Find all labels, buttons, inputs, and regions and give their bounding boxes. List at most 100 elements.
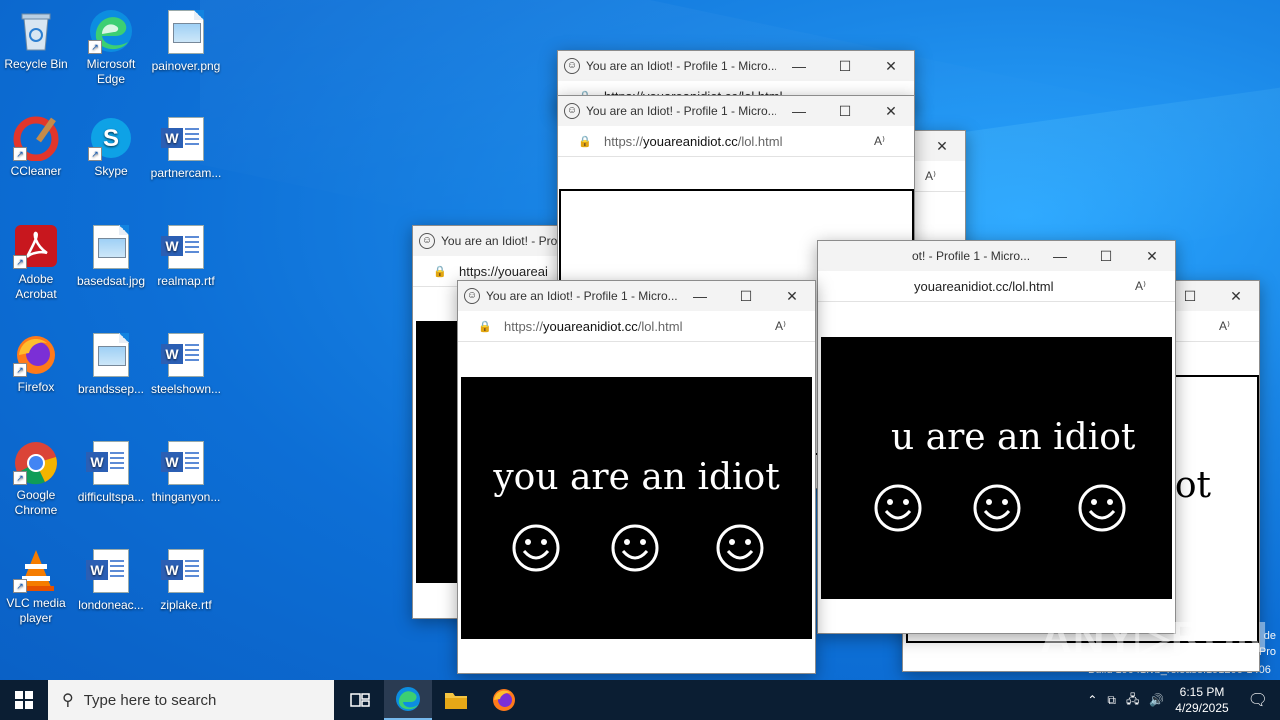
desktop-icon-brandssep[interactable]: brandssep... <box>75 331 147 397</box>
word-file-icon: W <box>161 333 209 379</box>
desktop-icon-chrome[interactable]: ↗ Google Chrome <box>0 439 72 518</box>
desktop-icon-label: Microsoft Edge <box>86 57 136 86</box>
browser-window[interactable]: ot! - Profile 1 - Micro... — ☐ ✕ youarea… <box>817 240 1176 634</box>
smiley-favicon-icon: ☺ <box>564 103 580 119</box>
word-file-icon: W <box>86 441 134 487</box>
idiot-message: u are an idiot <box>891 417 1136 458</box>
desktop-icon-label: Recycle Bin <box>4 57 68 71</box>
windows-logo-icon <box>15 691 33 709</box>
desktop-icon-label: difficultspa... <box>77 490 145 504</box>
close-button[interactable]: ✕ <box>1129 248 1175 265</box>
desktop-icon-steelshown[interactable]: W steelshown... <box>150 331 222 397</box>
firefox-icon <box>493 689 515 711</box>
taskbar-edge-button[interactable] <box>384 680 432 720</box>
desktop-icon-label: VLC media player <box>6 596 66 625</box>
window-title: You are an Idiot! - Profile 1 - Micro... <box>586 104 776 118</box>
word-file-icon: W <box>161 441 209 487</box>
lock-icon: 🔒 <box>433 265 447 278</box>
idiot-message: ot <box>1174 465 1211 506</box>
lock-icon: 🔒 <box>578 135 592 148</box>
smiley-icon <box>611 524 659 572</box>
image-file-icon <box>163 10 209 56</box>
minimize-button[interactable]: — <box>776 58 822 74</box>
desktop-icon-label: Skype <box>94 164 128 178</box>
maximize-button[interactable]: ☐ <box>822 58 868 75</box>
desktop-icon-partnercam[interactable]: W partnercam... <box>150 115 222 181</box>
read-aloud-icon[interactable]: A⁾ <box>925 169 965 183</box>
desktop-icon-skype[interactable]: S ↗ Skype <box>75 115 147 179</box>
desktop-icon-label: Adobe Acrobat <box>15 272 57 301</box>
window-titlebar[interactable]: ☺ You are an Idiot! - Profile 1 - Micro.… <box>558 96 914 126</box>
read-aloud-icon[interactable]: A⁾ <box>775 319 815 333</box>
firefox-icon: ↗ <box>13 331 59 377</box>
close-button[interactable]: ✕ <box>919 138 965 155</box>
window-title: ot! - Profile 1 - Micro... <box>912 249 1031 263</box>
page-content: you are an idiot <box>461 377 812 639</box>
smiley-icon <box>512 524 560 572</box>
address-bar[interactable]: youareanidiot.cc/lol.html A⁾ <box>818 271 1175 302</box>
minimize-button[interactable]: — <box>677 288 723 304</box>
taskbar-file-explorer-button[interactable] <box>432 680 480 720</box>
network-icon[interactable]: 🖧 <box>1126 690 1139 711</box>
show-hidden-icons-chevron-icon[interactable]: ⌃ <box>1087 693 1097 707</box>
svg-text:S: S <box>103 125 119 152</box>
task-view-button[interactable] <box>336 680 384 720</box>
maximize-button[interactable]: ☐ <box>1083 248 1129 265</box>
address-bar[interactable]: 🔒 https://youareanidiot.cc/lol.html A⁾ <box>458 311 815 342</box>
desktop-icon-londoneac[interactable]: W londoneac... <box>75 547 147 613</box>
lock-icon: 🔒 <box>478 320 492 333</box>
desktop-icon-label: CCleaner <box>10 164 62 178</box>
url-text: https://youareanidiot.cc/lol.html <box>604 133 783 149</box>
read-aloud-icon[interactable]: A⁾ <box>874 134 914 148</box>
search-placeholder: Type here to search <box>83 691 217 709</box>
smiley-icon <box>716 524 764 572</box>
start-button[interactable] <box>0 680 48 720</box>
clock-time: 6:15 PM <box>1179 685 1225 699</box>
desktop-icon-vlc[interactable]: ↗ VLC media player <box>0 547 72 626</box>
shortcut-arrow-icon: ↗ <box>88 147 102 161</box>
desktop-icon-ziplake[interactable]: W ziplake.rtf <box>150 547 222 613</box>
close-button[interactable]: ✕ <box>769 288 815 305</box>
clock[interactable]: 6:15 PM 4/29/2025 <box>1175 684 1228 716</box>
desktop-icon-ccleaner[interactable]: ↗ CCleaner <box>0 115 72 179</box>
close-button[interactable]: ✕ <box>868 58 914 75</box>
desktop-icon-basedsat[interactable]: basedsat.jpg <box>75 223 147 289</box>
minimize-button[interactable]: — <box>1037 248 1083 264</box>
maximize-button[interactable]: ☐ <box>723 288 769 305</box>
desktop-icon-recycle-bin[interactable]: Recycle Bin <box>0 8 72 72</box>
maximize-button[interactable]: ☐ <box>822 103 868 120</box>
desktop-icon-label: painover.png <box>151 59 221 73</box>
minimize-button[interactable]: — <box>776 103 822 119</box>
taskbar-firefox-button[interactable] <box>480 680 528 720</box>
read-aloud-icon[interactable]: A⁾ <box>1219 319 1259 333</box>
desktop-icon-painover[interactable]: painover.png <box>150 8 222 74</box>
address-bar[interactable]: 🔒 https://youareanidiot.cc/lol.html A⁾ <box>558 126 914 157</box>
meet-now-icon[interactable]: ⧉ <box>1107 693 1116 708</box>
url-text: https://youareanidiot.cc/lol.html <box>504 318 683 334</box>
word-file-icon: W <box>161 225 209 271</box>
browser-window-front[interactable]: ☺ You are an Idiot! - Profile 1 - Micro.… <box>457 280 816 674</box>
chrome-icon: ↗ <box>13 439 59 485</box>
desktop-icon-thinganyon[interactable]: W thinganyon... <box>150 439 222 505</box>
desktop-icon-edge[interactable]: ↗ Microsoft Edge <box>75 8 147 87</box>
window-titlebar[interactable]: ☺ You are an Idiot! - Profile 1 - Micro.… <box>558 51 914 81</box>
shortcut-arrow-icon: ↗ <box>13 471 27 485</box>
taskbar: ⚲ Type here to search ⌃ ⧉ 🖧 🔊 6:15 PM 4/… <box>0 680 1280 720</box>
window-titlebar[interactable]: ot! - Profile 1 - Micro... — ☐ ✕ <box>818 241 1175 271</box>
desktop-icon-realmap[interactable]: W realmap.rtf <box>150 223 222 289</box>
read-aloud-icon[interactable]: A⁾ <box>1135 279 1175 293</box>
shortcut-arrow-icon: ↗ <box>13 255 27 269</box>
search-box[interactable]: ⚲ Type here to search <box>48 680 334 720</box>
window-titlebar[interactable]: ☺ You are an Idiot! - Profile 1 - Micro.… <box>458 281 815 311</box>
desktop-icon-acrobat[interactable]: ↗ Adobe Acrobat <box>0 223 72 302</box>
close-button[interactable]: ✕ <box>868 103 914 120</box>
desktop-icon-label: realmap.rtf <box>157 274 215 288</box>
desktop-icon-label: Google Chrome <box>14 488 58 517</box>
smiley-icon <box>1078 484 1126 532</box>
desktop-icon-difficultspa[interactable]: W difficultspa... <box>75 439 147 505</box>
volume-icon[interactable]: 🔊 <box>1149 693 1164 707</box>
notification-icon[interactable]: 🗨 <box>1248 690 1268 710</box>
task-view-icon <box>350 693 370 707</box>
desktop-icon-firefox[interactable]: ↗ Firefox <box>0 331 72 395</box>
close-button[interactable]: ✕ <box>1213 288 1259 305</box>
